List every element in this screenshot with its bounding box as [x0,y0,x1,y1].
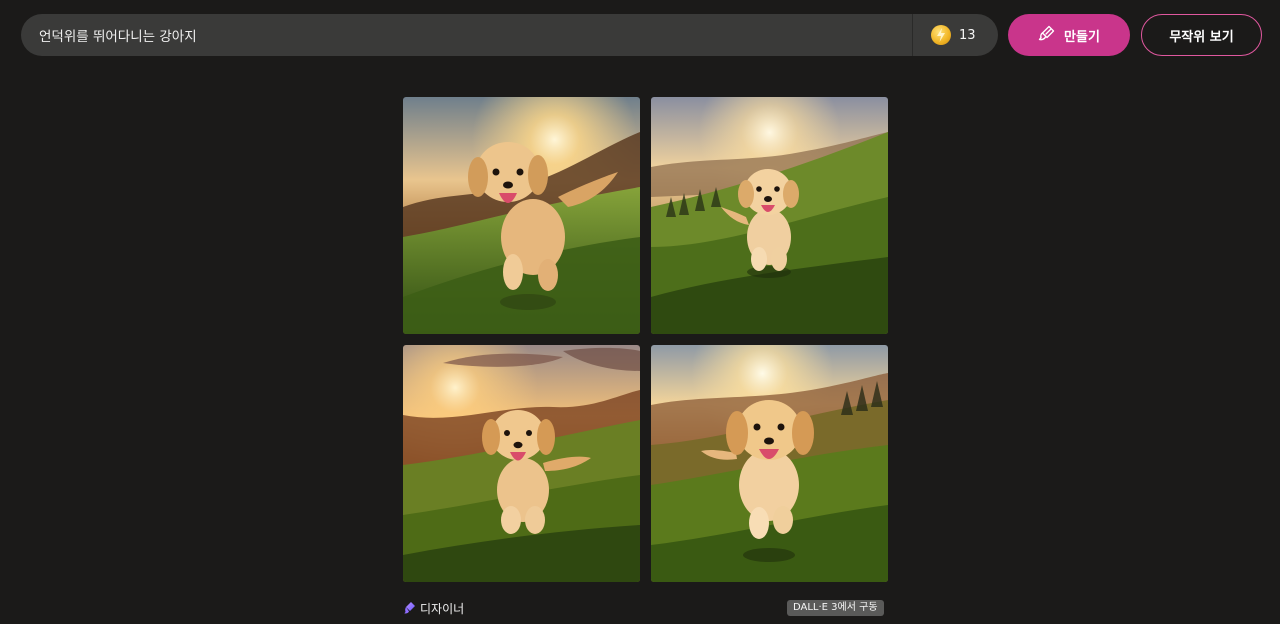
create-label: 만들기 [1064,29,1100,45]
top-bar: 13 만들기 무작위 보기 [0,0,1280,70]
boost-count: 13 [959,27,976,43]
boost-counter[interactable]: 13 [912,14,998,56]
prompt-input[interactable] [21,14,912,56]
surprise-label: 무작위 보기 [1169,29,1234,45]
surprise-me-button[interactable]: 무작위 보기 [1141,14,1262,56]
create-button[interactable]: 만들기 [1008,14,1130,56]
prompt-box: 13 [21,14,998,56]
generated-image-4[interactable] [651,345,888,582]
designer-logo-icon [404,601,416,617]
generated-image-2[interactable] [651,97,888,334]
coin-bolt-icon [931,25,951,45]
designer-label: 디자이너 [420,602,465,616]
designer-brand: 디자이너 [404,600,464,617]
brush-icon [1038,24,1056,46]
generated-image-3[interactable] [403,345,640,582]
generated-image-1[interactable] [403,97,640,334]
powered-by-badge: DALL·E 3에서 구동 [787,600,884,616]
image-grid [403,97,888,582]
